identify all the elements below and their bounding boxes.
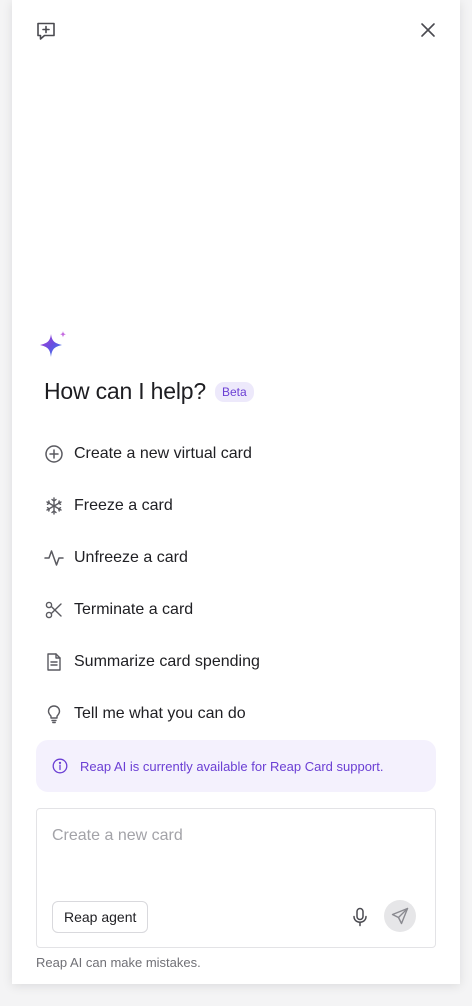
info-banner: Reap AI is currently available for Reap … (36, 740, 436, 792)
microphone-button[interactable] (348, 905, 372, 929)
suggestion-label: Summarize card spending (74, 653, 260, 670)
lightbulb-icon (44, 704, 64, 724)
new-chat-button[interactable] (32, 17, 60, 45)
suggestion-list: Create a new virtual card Freeze a card … (44, 428, 424, 740)
info-icon (52, 758, 68, 774)
suggestion-label: Create a new virtual card (74, 445, 252, 462)
suggestion-unfreeze-card[interactable]: Unfreeze a card (44, 532, 424, 584)
suggestion-label: Tell me what you can do (74, 705, 246, 722)
snowflake-icon (44, 496, 64, 516)
reap-agent-button[interactable]: Reap agent (52, 901, 149, 933)
microphone-icon (353, 907, 367, 927)
heading-row: How can I help? Beta (44, 378, 254, 405)
close-icon (421, 23, 435, 37)
scissors-icon (44, 600, 64, 620)
suggestion-label: Unfreeze a card (74, 549, 188, 566)
suggestion-label: Freeze a card (74, 497, 173, 514)
suggestion-label: Terminate a card (74, 601, 194, 618)
beta-badge: Beta (214, 381, 254, 402)
send-icon (391, 907, 409, 925)
activity-icon (44, 548, 64, 568)
message-plus-icon (37, 22, 55, 40)
message-composer: Reap agent (36, 808, 436, 948)
suggestion-terminate-card[interactable]: Terminate a card (44, 584, 424, 636)
document-icon (44, 652, 64, 672)
suggestion-what-can-you-do[interactable]: Tell me what you can do (44, 688, 424, 740)
suggestion-freeze-card[interactable]: Freeze a card (44, 480, 424, 532)
plus-circle-icon (44, 444, 64, 464)
send-button[interactable] (384, 900, 416, 932)
message-input[interactable] (52, 827, 412, 887)
close-button[interactable] (414, 16, 442, 44)
page-title: How can I help? (44, 378, 206, 404)
disclaimer-text: Reap AI can make mistakes. (36, 955, 201, 970)
suggestion-summarize-spending[interactable]: Summarize card spending (44, 636, 424, 688)
sparkle-icon (40, 331, 66, 357)
suggestion-create-virtual-card[interactable]: Create a new virtual card (44, 428, 424, 480)
info-banner-text: Reap AI is currently available for Reap … (80, 758, 384, 774)
assistant-panel: How can I help? Beta Create a new virtua… (12, 0, 460, 984)
